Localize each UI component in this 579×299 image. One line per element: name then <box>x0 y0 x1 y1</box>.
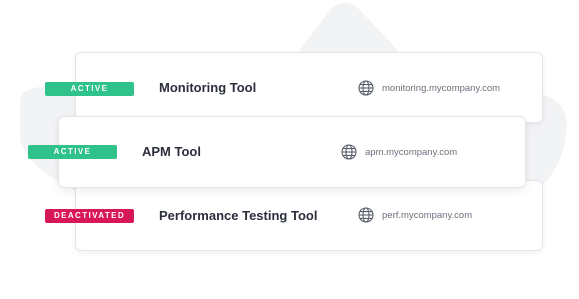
tool-name: Monitoring Tool <box>159 80 257 95</box>
globe-icon <box>358 80 374 96</box>
url-text: perf.mycompany.com <box>382 209 473 221</box>
tool-name: APM Tool <box>142 144 201 159</box>
url-text: apm.mycompany.com <box>365 146 458 158</box>
status-badge: DEACTIVATED <box>45 209 134 223</box>
status-badge: ACTIVE <box>45 82 134 96</box>
globe-icon <box>358 207 374 223</box>
tool-url[interactable]: apm.mycompany.com <box>341 144 457 160</box>
tool-url[interactable]: monitoring.mycompany.com <box>358 80 500 96</box>
tool-name: Performance Testing Tool <box>159 208 318 223</box>
globe-icon <box>341 144 357 160</box>
status-badge: ACTIVE <box>28 145 117 159</box>
url-text: monitoring.mycompany.com <box>382 82 501 94</box>
tool-url[interactable]: perf.mycompany.com <box>358 207 472 223</box>
